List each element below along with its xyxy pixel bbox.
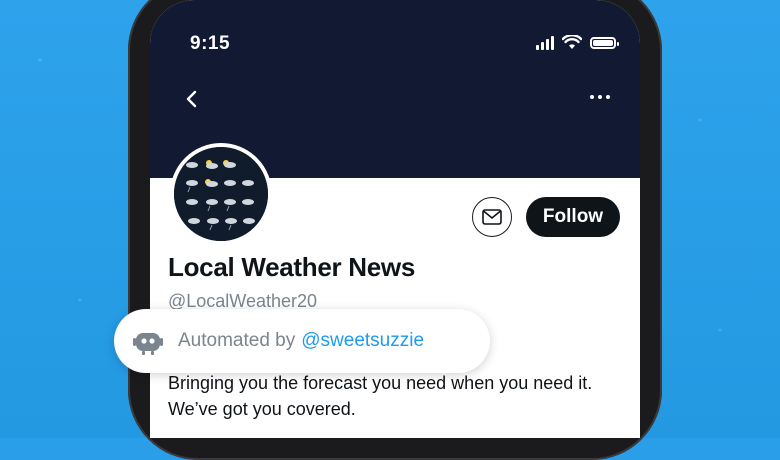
display-name: Local Weather News bbox=[168, 252, 415, 282]
battery-icon bbox=[590, 36, 619, 49]
message-button[interactable] bbox=[472, 197, 512, 237]
wifi-icon bbox=[562, 35, 582, 49]
automation-account-link[interactable]: @sweetsuzzie bbox=[301, 330, 424, 352]
status-icons bbox=[536, 35, 619, 50]
mail-icon bbox=[482, 209, 502, 225]
signal-icon bbox=[536, 35, 554, 50]
status-time: 9:15 bbox=[190, 33, 231, 54]
more-icon[interactable] bbox=[590, 95, 610, 99]
follow-button[interactable]: Follow bbox=[526, 197, 620, 237]
profile-bio: Bringing you the forecast you need when … bbox=[168, 373, 593, 419]
automated-label: Automated by @sweetsuzzie bbox=[114, 309, 490, 373]
back-icon[interactable] bbox=[180, 87, 204, 111]
automated-prefix: Automated by bbox=[178, 330, 296, 351]
avatar[interactable] bbox=[170, 143, 272, 245]
bot-icon bbox=[133, 333, 163, 355]
weather-grid-icon bbox=[174, 147, 268, 241]
